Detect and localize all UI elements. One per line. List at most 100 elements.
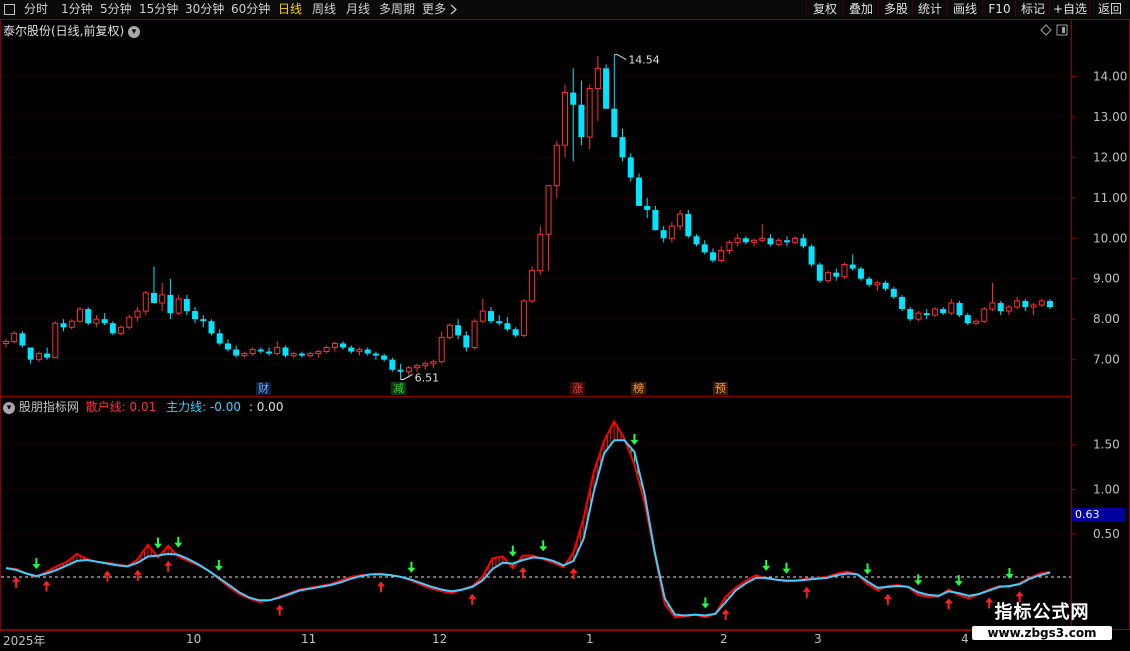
candle-body-up: [668, 225, 675, 239]
candle-body-up: [915, 312, 922, 320]
candle-body-up: [241, 353, 248, 357]
candle-body-down: [1047, 300, 1053, 308]
sell-arrow: [539, 540, 548, 552]
candle-body-down: [224, 343, 231, 350]
candle-body-down: [216, 333, 223, 344]
buy-arrow-head: [1015, 591, 1024, 597]
candle-body-up: [307, 353, 314, 357]
candle-body-down: [833, 272, 840, 277]
time-label-mar: 3: [814, 632, 822, 646]
candle-body-up: [430, 361, 437, 365]
buy-arrow-head: [164, 560, 173, 566]
sell-arrow-head: [508, 551, 517, 557]
candle-body-down: [27, 347, 34, 360]
candle-body-up: [841, 264, 848, 278]
sell-arrow: [1005, 567, 1014, 579]
price-tick-label: 9.00: [1093, 272, 1120, 286]
candle-body-up: [414, 365, 421, 369]
candle-body-up: [479, 310, 486, 322]
candle-body-down: [455, 325, 462, 336]
candle-body-down: [742, 238, 749, 243]
low-pointer: [400, 374, 413, 380]
buy-arrow-head: [944, 598, 953, 604]
candle-body-down: [783, 240, 790, 243]
sell-arrow: [782, 562, 791, 574]
candle-body-up: [35, 353, 42, 361]
candle-body-up: [76, 308, 83, 322]
candle-body-down: [257, 349, 264, 352]
sell-arrow-head: [407, 567, 416, 573]
candle-body-down: [635, 177, 642, 206]
candle-body-up: [553, 144, 560, 187]
candle-body-down: [816, 264, 823, 281]
candle-body-down: [940, 309, 947, 314]
candle-body-up: [315, 351, 322, 355]
candle-body-up: [545, 185, 552, 235]
indicator-value-tag: 0.63: [1072, 508, 1125, 522]
candle-body-up: [422, 363, 429, 367]
buy-arrow: [518, 567, 527, 579]
sell-arrow-head: [914, 580, 923, 586]
candle-body-down: [619, 137, 626, 158]
candle-body-up: [529, 270, 536, 302]
sell-arrow-head: [539, 546, 548, 552]
buy-arrow: [164, 560, 173, 572]
retail-line: [5, 419, 1051, 619]
candle-body-up: [520, 300, 527, 336]
candle-body-up: [1014, 300, 1021, 308]
candle-body-down: [907, 309, 914, 320]
candle-body-down: [266, 351, 273, 354]
candle-body-down: [44, 353, 51, 358]
candle-body-down: [167, 294, 174, 314]
buy-arrow-head: [802, 586, 811, 592]
sell-arrow: [701, 597, 710, 609]
candle-body-up: [989, 302, 996, 310]
candle-body-up: [142, 292, 149, 312]
candle-body-up: [331, 342, 338, 348]
candle-body-down: [652, 209, 659, 231]
sell-arrow: [154, 537, 163, 549]
candle-body-down: [882, 282, 889, 289]
time-label-apr: 4: [961, 632, 969, 646]
indicator-tick-label: 1.50: [1093, 438, 1120, 452]
candle-body-down: [857, 268, 864, 279]
candle-body-up: [792, 237, 799, 243]
buy-arrow: [721, 609, 730, 621]
candle-body-down: [496, 321, 503, 324]
sell-arrow: [508, 545, 517, 557]
candle-body-down: [504, 323, 511, 330]
buy-arrow-head: [468, 593, 477, 599]
sell-arrow-head: [762, 565, 771, 571]
buy-arrow: [103, 570, 112, 582]
candle-body-down: [603, 68, 610, 109]
candle-body-down: [866, 278, 873, 285]
candle-body-up: [446, 324, 453, 338]
time-label-nov: 11: [301, 632, 317, 646]
price-tick-label: 13.00: [1093, 110, 1127, 124]
candle-body-up: [931, 308, 938, 316]
candle-body-down: [849, 264, 856, 269]
candle-body-up: [734, 237, 741, 243]
candle-body-up: [405, 367, 412, 373]
candle-body-up: [594, 67, 601, 90]
time-label-2025: 2025年: [3, 634, 46, 648]
candle-body-down: [512, 329, 519, 336]
candle-body-down: [923, 313, 930, 316]
price-tick-label: 14.00: [1093, 69, 1127, 83]
sell-arrow-head: [174, 542, 183, 548]
candle-body-up: [175, 298, 182, 314]
candle-body-down: [685, 213, 692, 237]
candle-body-down: [709, 252, 716, 261]
sell-arrow-head: [32, 564, 41, 570]
sell-arrow-head: [782, 568, 791, 574]
buy-arrow: [883, 593, 892, 605]
candle-body-down: [19, 333, 26, 346]
candle-body-up: [726, 241, 733, 251]
candle-body-down: [570, 92, 577, 105]
candle-body-down: [282, 347, 289, 356]
candle-body-up: [718, 249, 725, 262]
sell-arrow-head: [701, 603, 710, 609]
buy-arrow-head: [721, 609, 730, 615]
time-label-feb: 2: [720, 632, 728, 646]
candle-body-down: [997, 302, 1004, 312]
